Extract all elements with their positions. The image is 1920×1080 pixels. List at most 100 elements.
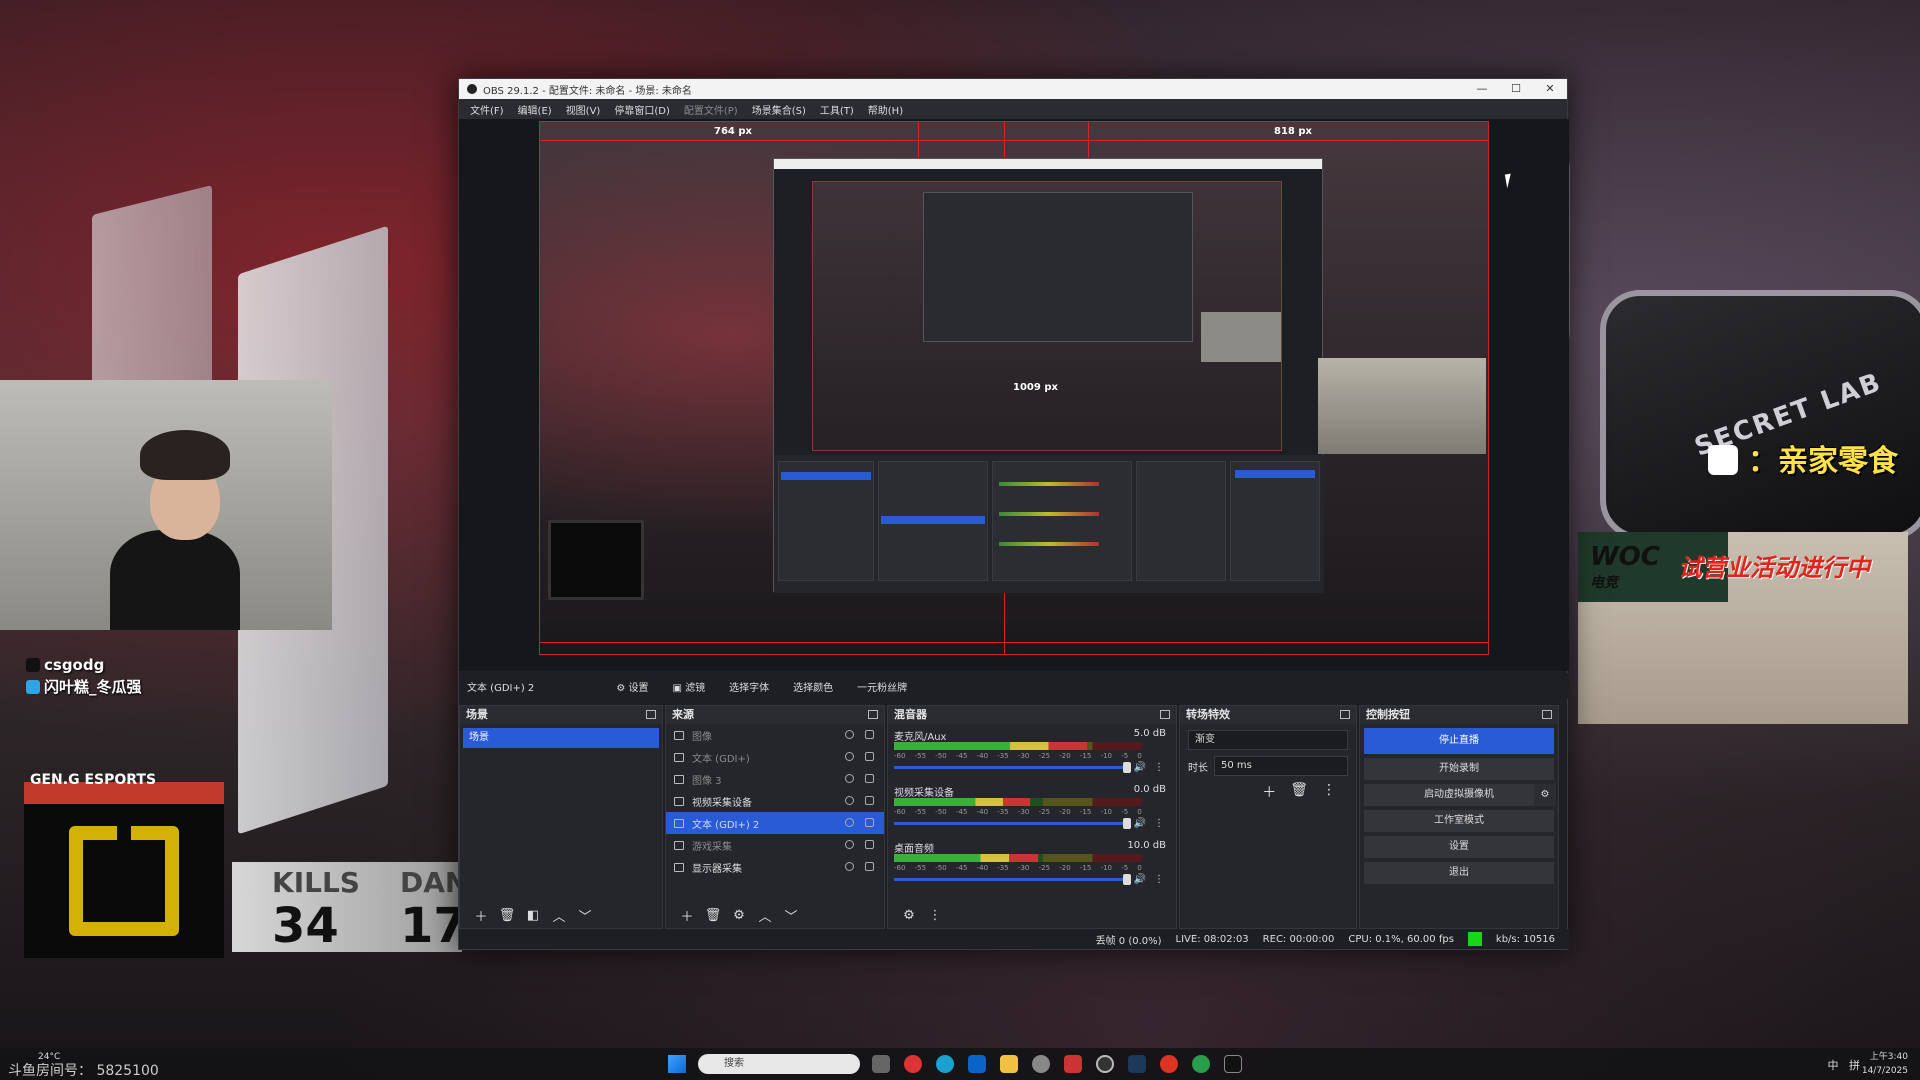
ime-mode[interactable]: 拼 bbox=[1849, 1059, 1860, 1072]
studio-mode-button[interactable]: 工作室模式 bbox=[1364, 810, 1554, 832]
select-font-button[interactable]: 选择字体 bbox=[717, 679, 781, 694]
green-app-icon[interactable] bbox=[1192, 1055, 1210, 1073]
lock-icon[interactable] bbox=[865, 752, 874, 761]
speaker-icon[interactable]: 🔊 bbox=[1134, 818, 1146, 829]
volume-slider[interactable] bbox=[894, 818, 1131, 829]
visibility-icon[interactable] bbox=[845, 818, 854, 827]
add-icon[interactable]: ＋ bbox=[1262, 782, 1276, 802]
undock-icon[interactable] bbox=[646, 710, 656, 719]
preview-area[interactable]: 764 px 818 px 1009 px bbox=[459, 119, 1569, 671]
maximize-button[interactable]: ☐ bbox=[1499, 79, 1533, 99]
start-button[interactable] bbox=[668, 1055, 686, 1073]
exit-button[interactable]: 退出 bbox=[1364, 862, 1554, 884]
task-view-icon[interactable] bbox=[872, 1055, 890, 1073]
settings-icon[interactable] bbox=[1032, 1055, 1050, 1073]
properties-button[interactable]: ⚙ 设置 bbox=[604, 679, 660, 694]
source-item[interactable]: 图像 bbox=[666, 724, 884, 746]
stop-streaming-button[interactable]: 停止直播 bbox=[1364, 728, 1554, 754]
visibility-icon[interactable] bbox=[845, 796, 854, 805]
visibility-icon[interactable] bbox=[845, 774, 854, 783]
edge-icon[interactable] bbox=[936, 1055, 954, 1073]
lock-icon[interactable] bbox=[865, 774, 874, 783]
transition-select[interactable]: 渐变 bbox=[1188, 730, 1348, 750]
menu-file[interactable]: 文件(F) bbox=[463, 102, 511, 117]
explorer-icon[interactable] bbox=[1000, 1055, 1018, 1073]
start-virtual-camera-button[interactable]: 启动虚拟摄像机 ⚙ bbox=[1364, 784, 1556, 806]
system-tray[interactable]: 中 拼 bbox=[1828, 1057, 1861, 1073]
obs-taskbar-icon[interactable] bbox=[904, 1055, 922, 1073]
menu-tools[interactable]: 工具(T) bbox=[813, 102, 861, 117]
game-app-icon[interactable] bbox=[1064, 1055, 1082, 1073]
taskbar-search[interactable]: 搜索 bbox=[698, 1054, 860, 1074]
speaker-icon[interactable]: 🔊 bbox=[1134, 762, 1146, 773]
menu-scene-collection[interactable]: 场景集合(S) bbox=[745, 102, 813, 117]
move-down-icon[interactable]: ﹀ bbox=[778, 906, 804, 925]
speaker-icon[interactable]: 🔊 bbox=[1134, 874, 1146, 885]
menu-dots-icon[interactable]: ⋮ bbox=[1322, 782, 1336, 802]
visibility-icon[interactable] bbox=[845, 840, 854, 849]
visibility-icon[interactable] bbox=[845, 752, 854, 761]
filter-icon[interactable]: ◧ bbox=[520, 908, 546, 923]
undock-icon[interactable] bbox=[1340, 710, 1350, 719]
undock-icon[interactable] bbox=[1542, 710, 1552, 719]
lock-icon[interactable] bbox=[865, 796, 874, 805]
duration-input[interactable]: 50 ms bbox=[1214, 756, 1348, 776]
start-recording-button[interactable]: 开始录制 bbox=[1364, 758, 1554, 780]
steam-icon[interactable] bbox=[1128, 1055, 1146, 1073]
lock-icon[interactable] bbox=[865, 840, 874, 849]
volume-slider[interactable] bbox=[894, 762, 1131, 773]
close-button[interactable]: ✕ bbox=[1533, 79, 1567, 99]
obs-window[interactable]: OBS 29.1.2 - 配置文件: 未命名 - 场景: 未命名 — ☐ ✕ 文… bbox=[458, 78, 1569, 950]
source-item[interactable]: 图像 3 bbox=[666, 768, 884, 790]
add-icon[interactable]: ＋ bbox=[674, 906, 700, 925]
netease-icon[interactable] bbox=[1160, 1055, 1178, 1073]
obs-icon[interactable] bbox=[1096, 1055, 1114, 1073]
lock-icon[interactable] bbox=[865, 862, 874, 871]
visibility-icon[interactable] bbox=[845, 730, 854, 739]
ime-language[interactable]: 中 bbox=[1828, 1059, 1839, 1072]
obs-titlebar[interactable]: OBS 29.1.2 - 配置文件: 未命名 - 场景: 未命名 — ☐ ✕ bbox=[459, 79, 1567, 99]
advanced-audio-icon[interactable]: ⚙ bbox=[896, 908, 922, 923]
menu-edit[interactable]: 编辑(E) bbox=[511, 102, 559, 117]
source-item[interactable]: 视频采集设备 bbox=[666, 790, 884, 812]
undock-icon[interactable] bbox=[868, 710, 878, 719]
menu-dots-icon[interactable]: ⋮ bbox=[1154, 874, 1164, 885]
source-item-selected[interactable]: 文本 (GDI+) 2 bbox=[666, 812, 884, 834]
lock-icon[interactable] bbox=[865, 818, 874, 827]
move-up-icon[interactable]: ︿ bbox=[546, 906, 572, 925]
minimize-button[interactable]: — bbox=[1465, 79, 1499, 99]
filters-button[interactable]: ▣ 滤镜 bbox=[660, 679, 717, 694]
trash-icon[interactable]: 🗑 bbox=[1290, 782, 1308, 802]
menu-profile[interactable]: 配置文件(P) bbox=[677, 102, 745, 117]
menu-view[interactable]: 视图(V) bbox=[559, 102, 608, 117]
source-item[interactable]: 游戏采集 bbox=[666, 834, 884, 856]
scene-item[interactable]: 场景 bbox=[463, 728, 659, 748]
z-app-icon[interactable] bbox=[1224, 1055, 1242, 1073]
source-item[interactable]: 文本 (GDI+) bbox=[666, 746, 884, 768]
menu-dots-icon[interactable]: ⋮ bbox=[1154, 818, 1164, 829]
gear-icon[interactable]: ⚙ bbox=[1534, 784, 1556, 806]
move-up-icon[interactable]: ︿ bbox=[752, 906, 778, 925]
menu-help[interactable]: 帮助(H) bbox=[861, 102, 910, 117]
preview-canvas[interactable]: 764 px 818 px 1009 px bbox=[539, 121, 1489, 655]
trash-icon[interactable]: 🗑 bbox=[700, 908, 726, 923]
select-color-button[interactable]: 选择颜色 bbox=[781, 679, 845, 694]
source-item[interactable]: 显示器采集 bbox=[666, 856, 884, 878]
clock[interactable]: 上午3:40 14/7/2025 bbox=[1862, 1050, 1908, 1078]
settings-button[interactable]: 设置 bbox=[1364, 836, 1554, 858]
menu-dots-icon[interactable]: ⋮ bbox=[922, 908, 948, 923]
volume-knob[interactable] bbox=[1123, 818, 1131, 829]
lock-icon[interactable] bbox=[865, 730, 874, 739]
visibility-icon[interactable] bbox=[845, 862, 854, 871]
volume-knob[interactable] bbox=[1123, 762, 1131, 773]
outlook-icon[interactable] bbox=[968, 1055, 986, 1073]
volume-knob[interactable] bbox=[1123, 874, 1131, 885]
volume-slider[interactable] bbox=[894, 874, 1131, 885]
trash-icon[interactable]: 🗑 bbox=[494, 908, 520, 923]
menu-docks[interactable]: 停靠窗口(D) bbox=[607, 102, 677, 117]
add-icon[interactable]: ＋ bbox=[468, 906, 494, 925]
menu-dots-icon[interactable]: ⋮ bbox=[1154, 762, 1164, 773]
text-value-field[interactable]: 一元粉丝牌 bbox=[845, 679, 919, 694]
undock-icon[interactable] bbox=[1160, 710, 1170, 719]
gear-icon[interactable]: ⚙ bbox=[726, 908, 752, 923]
